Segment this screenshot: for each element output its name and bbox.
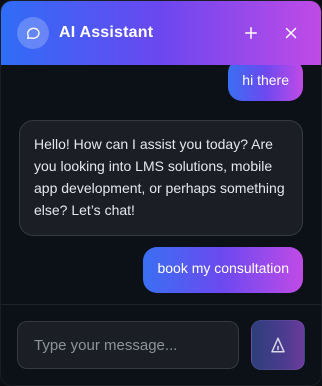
close-icon — [285, 27, 297, 39]
message-text: book my consultation — [157, 260, 289, 276]
header-actions — [237, 19, 305, 47]
chat-bubble-icon — [17, 17, 49, 49]
chat-header: AI Assistant — [1, 1, 321, 65]
message-input[interactable] — [32, 321, 224, 369]
composer — [1, 305, 321, 385]
message-list: hi there Hello! How can I assist you tod… — [1, 65, 321, 305]
message-input-container — [17, 321, 239, 369]
close-button[interactable] — [277, 19, 305, 47]
send-icon — [271, 337, 285, 353]
message-bubble-user: book my consultation — [143, 247, 303, 293]
plus-icon — [245, 27, 257, 39]
add-button[interactable] — [237, 19, 265, 47]
chat-title: AI Assistant — [59, 24, 154, 41]
message-text: hi there — [242, 72, 289, 88]
message-bubble-user: hi there — [228, 65, 303, 101]
chat-widget: AI Assistant hi there Hello! How can I a… — [0, 0, 322, 386]
send-button[interactable] — [251, 320, 305, 370]
message-text: Hello! How can I assist you today? Are y… — [34, 136, 285, 218]
message-bubble-assistant: Hello! How can I assist you today? Are y… — [19, 120, 303, 236]
